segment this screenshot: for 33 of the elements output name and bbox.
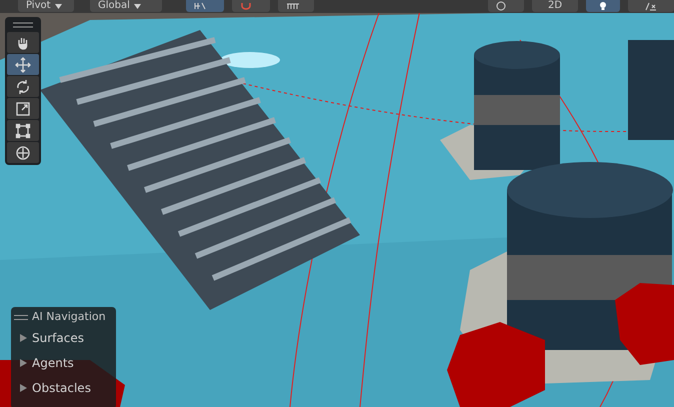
tool-button[interactable]: [7, 98, 39, 119]
tool-button[interactable]: [7, 32, 39, 53]
grid-snap-icon: [194, 2, 206, 10]
ruler-button[interactable]: [278, 0, 314, 12]
grid-snap-button[interactable]: [186, 0, 224, 12]
global-dropdown[interactable]: Global: [90, 0, 162, 12]
shading-mode-button[interactable]: [488, 0, 524, 12]
effects-icon: [645, 2, 657, 10]
foldout-item[interactable]: Agents: [11, 350, 116, 376]
drag-handle-icon: [13, 22, 33, 28]
light-bulb-icon: [599, 1, 607, 11]
sphere-icon: [496, 1, 506, 11]
foldout-arrow-icon: [20, 359, 27, 367]
2d-toggle[interactable]: 2D: [532, 0, 578, 12]
foldout-arrow-icon: [20, 334, 27, 342]
lighting-toggle[interactable]: [586, 0, 620, 12]
drag-handle-icon: [14, 314, 28, 320]
tool-button[interactable]: [7, 142, 39, 163]
rect-tool-icon: [15, 122, 31, 138]
scale-icon: [15, 100, 31, 116]
tool-button[interactable]: [7, 76, 39, 97]
tool-button[interactable]: [7, 120, 39, 141]
magnet-icon: [240, 2, 252, 10]
pivot-dropdown[interactable]: Pivot: [18, 0, 74, 12]
move-icon: [15, 56, 31, 72]
effects-button[interactable]: [628, 0, 674, 12]
tool-button[interactable]: [7, 54, 39, 75]
transform-icon: [15, 144, 31, 160]
overlay-title: AI Navigation: [32, 309, 106, 325]
ruler-icon: [286, 2, 300, 10]
rotate-icon: [15, 78, 31, 94]
foldout-arrow-icon: [20, 384, 27, 392]
foldout-item[interactable]: Surfaces: [11, 326, 116, 350]
